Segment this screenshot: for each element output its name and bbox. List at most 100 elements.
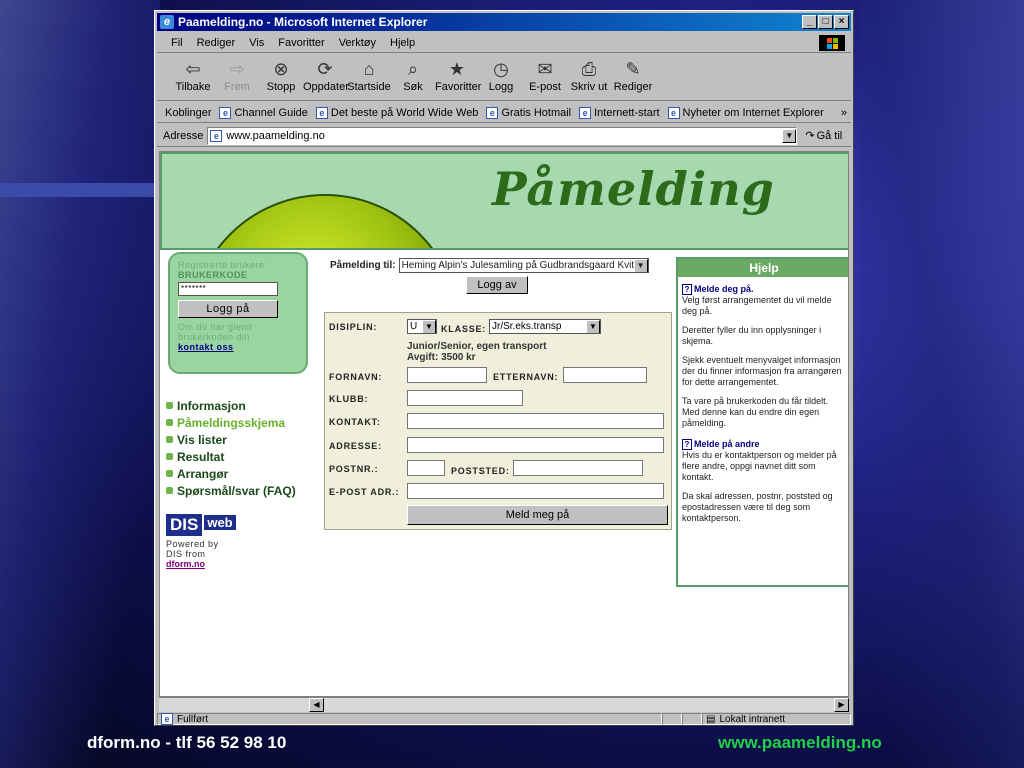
powered-by-text: Powered by <box>166 539 219 549</box>
toolbar-label: Skriv ut <box>570 81 608 93</box>
discipline-select[interactable]: U ▼ <box>407 319 437 334</box>
maximize-button[interactable]: □ <box>818 15 833 29</box>
toolbar-label: Favoritter <box>435 81 482 93</box>
help-title: Hjelp <box>678 259 848 277</box>
submit-button[interactable]: Meld meg på <box>407 505 668 525</box>
help-text-6: Da skal adressen, postnr, poststed og ep… <box>682 491 833 523</box>
toolbar-tilbake-button[interactable]: ⇦ Tilbake <box>171 55 215 93</box>
intranet-icon: ▤ <box>706 713 716 725</box>
contact-label: KONTAKT: <box>329 417 381 427</box>
address-bar: Adresse e www.paamelding.no ▼ ↷ Gå til <box>157 125 851 147</box>
bullet-icon <box>166 487 173 494</box>
toolbar-skriv-ut-button[interactable]: ⎙ Skriv ut <box>567 55 611 93</box>
toolbar-e-post-button[interactable]: ✉ E-post <box>523 55 567 93</box>
go-button[interactable]: ↷ Gå til <box>805 129 842 143</box>
slide-accent-bar <box>0 183 156 197</box>
forgot-text-2: brukerkoden din <box>178 332 251 342</box>
link-channel-guide[interactable]: e Channel Guide <box>219 106 308 119</box>
browser-window: e Paamelding.no - Microsoft Internet Exp… <box>154 10 854 726</box>
windows-logo-icon <box>819 35 845 51</box>
footer-phone: dform.no - tlf 56 52 98 10 <box>87 733 287 752</box>
class-select[interactable]: Jr/Sr.eks.transp ▼ <box>489 319 601 334</box>
menu-view[interactable]: Vis <box>249 37 264 49</box>
address-input[interactable]: e www.paamelding.no ▼ <box>207 126 798 145</box>
menu-edit[interactable]: Rediger <box>197 37 236 49</box>
address-label: Adresse <box>163 129 204 142</box>
bullet-icon <box>166 419 173 426</box>
toolbar-logg-button[interactable]: ◷ Logg <box>479 55 523 93</box>
user-code-input[interactable]: ******* <box>178 282 278 296</box>
edit-icon: ✎ <box>625 59 641 79</box>
help-panel: Hjelp ? Melde deg på. Velg først arrangem… <box>676 257 848 587</box>
dis-from-text: DIS from <box>166 549 206 559</box>
logout-button[interactable]: Logg av <box>466 276 528 294</box>
city-input[interactable] <box>513 460 643 476</box>
toolbar-startside-button[interactable]: ⌂ Startside <box>347 55 391 93</box>
close-button[interactable]: × <box>834 15 849 29</box>
menu-file[interactable]: Fil <box>171 37 183 49</box>
club-input[interactable] <box>407 390 523 406</box>
firstname-input[interactable] <box>407 367 487 383</box>
footer-website: www.paamelding.no <box>718 733 882 752</box>
forward-arrow-icon: ⇨ <box>229 59 245 79</box>
nav-info[interactable]: Informasjon <box>166 397 296 414</box>
dis-web-logo: DIS web Powered by DIS from dform.no <box>166 514 236 569</box>
search-icon: ⌕ <box>407 59 419 79</box>
email-label: E-POST ADR.: <box>329 487 400 497</box>
page-banner: Påmelding <box>160 152 848 250</box>
class-dropdown-icon: ▼ <box>586 320 600 333</box>
home-icon: ⌂ <box>363 59 375 79</box>
page-icon: e <box>315 106 328 119</box>
link-internet-start[interactable]: e Internett-start <box>579 106 660 119</box>
menu-help[interactable]: Hjelp <box>390 37 415 49</box>
minimize-button[interactable]: _ <box>802 15 817 29</box>
contact-link[interactable]: kontakt oss <box>178 342 298 352</box>
link-hotmail[interactable]: e Gratis Hotmail <box>486 106 571 119</box>
forgot-text-1: Om du har glemt <box>178 322 253 332</box>
lastname-label: ETTERNAVN: <box>493 372 559 382</box>
nav-organizer[interactable]: Arrangør <box>166 465 296 482</box>
horizontal-scrollbar[interactable]: ◀ ▶ <box>159 697 849 712</box>
toolbar-favoritter-button[interactable]: ★ Favoritter <box>435 55 482 93</box>
toolbar-label: Frem <box>224 81 250 93</box>
link-best-of-web[interactable]: e Det beste på World Wide Web <box>315 106 478 119</box>
scroll-left-icon[interactable]: ◀ <box>309 698 324 712</box>
scroll-right-icon[interactable]: ▶ <box>834 698 849 712</box>
zip-input[interactable] <box>407 460 445 476</box>
class-note: Junior/Senior, egen transport Avgift: 35… <box>407 341 547 363</box>
address-field[interactable] <box>407 437 664 453</box>
page-icon: e <box>486 106 499 119</box>
links-more-chevron-icon[interactable]: » <box>841 107 847 119</box>
toolbar-søk-button[interactable]: ⌕ Søk <box>391 55 435 93</box>
page-icon: e <box>219 106 232 119</box>
page-viewport: Påmelding Registrerte brukere: BRUKERKOD… <box>159 151 849 697</box>
toolbar-rediger-button[interactable]: ✎ Rediger <box>611 55 655 93</box>
print-icon: ⎙ <box>581 59 597 79</box>
toolbar-oppdater-button[interactable]: ⟳ Oppdater <box>303 55 349 93</box>
help-text-2: Deretter fyller du inn opplysninger i sk… <box>682 325 822 346</box>
nav-faq[interactable]: Spørsmål/svar (FAQ) <box>166 482 296 499</box>
email-input[interactable] <box>407 483 664 499</box>
nav-lists[interactable]: Vis lister <box>166 431 296 448</box>
status-zone-segment: ▤ Lokalt intranett <box>702 713 851 725</box>
toolbar-stopp-button[interactable]: ⊗ Stopp <box>259 55 303 93</box>
help-text-5: Hvis du er kontaktperson og melder på fl… <box>682 450 837 482</box>
nav-results[interactable]: Resultat <box>166 448 296 465</box>
contact-input[interactable] <box>407 413 664 429</box>
background-streak-left <box>0 0 160 768</box>
event-select[interactable]: Heming Alpin's Julesamling på Gudbrandsg… <box>398 258 649 273</box>
side-nav: Informasjon Påmeldingsskjema Vis lister … <box>166 397 296 499</box>
toolbar-frem-button[interactable]: ⇨ Frem <box>215 55 259 93</box>
dform-link[interactable]: dform.no <box>166 559 236 569</box>
page-icon: e <box>161 713 173 725</box>
address-dropdown-icon[interactable]: ▼ <box>782 128 797 143</box>
status-text-segment: e Fullført <box>157 713 662 725</box>
menu-tools[interactable]: Verktøy <box>339 37 376 49</box>
login-button[interactable]: Logg på <box>178 300 278 318</box>
nav-registration-form[interactable]: Påmeldingsskjema <box>166 414 296 431</box>
login-caption: Registrerte brukere: <box>178 260 268 270</box>
address-label: ADRESSE: <box>329 441 382 451</box>
menu-favorites[interactable]: Favoritter <box>278 37 324 49</box>
link-ie-news[interactable]: e Nyheter om Internet Explorer <box>667 106 824 119</box>
lastname-input[interactable] <box>563 367 647 383</box>
